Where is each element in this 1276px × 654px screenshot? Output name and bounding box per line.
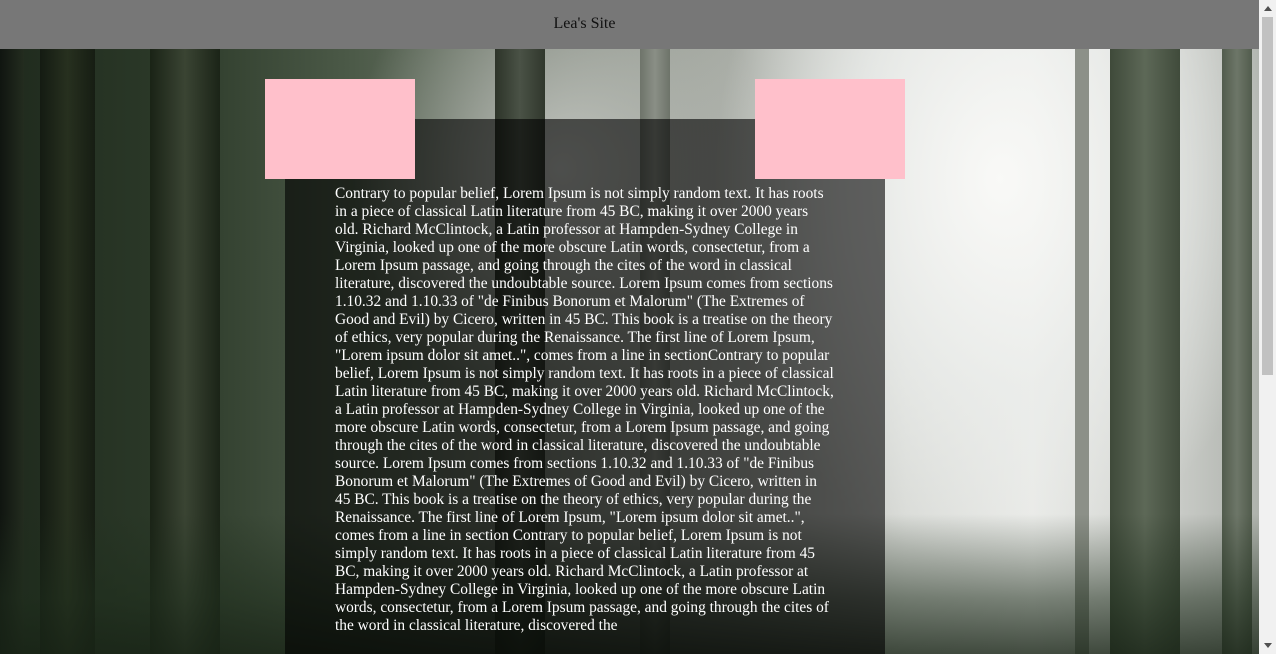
placeholder-box-right [755, 79, 905, 179]
arrow-down-icon [1263, 643, 1272, 648]
placeholder-box-left [265, 79, 415, 179]
site-title: Lea's Site [553, 14, 616, 32]
article-text: Contrary to popular belief, Lorem Ipsum … [335, 185, 834, 634]
vertical-scrollbar[interactable] [1259, 0, 1276, 654]
scroll-down-button[interactable] [1259, 637, 1276, 654]
scrollbar-thumb[interactable] [1262, 17, 1273, 375]
arrow-up-icon [1263, 6, 1272, 11]
site-header: Lea's Site [0, 0, 1259, 49]
scroll-up-button[interactable] [1259, 0, 1276, 17]
